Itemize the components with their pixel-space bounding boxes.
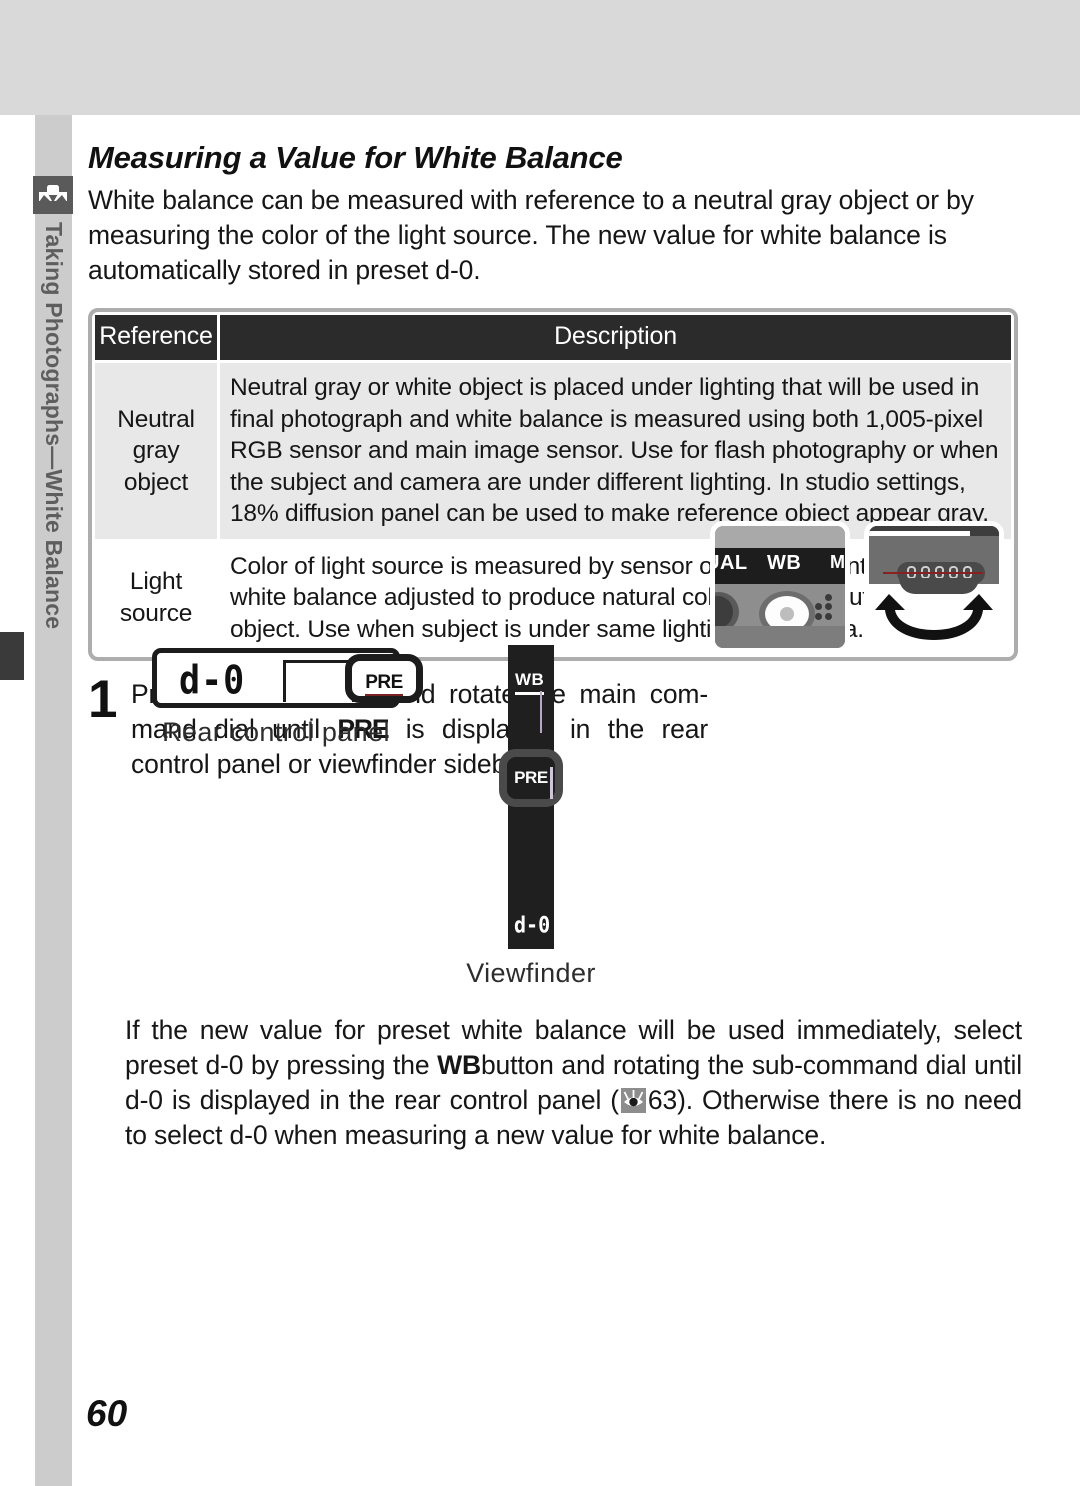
table-header-row: Reference Description — [95, 315, 1011, 360]
camera-speaker-dots — [815, 594, 837, 624]
page-title: Measuring a Value for White Balance — [88, 140, 623, 175]
rear-panel-pre-label: PRE — [365, 673, 403, 696]
table-header-reference: Reference — [95, 315, 217, 360]
viewfinder-tick — [540, 691, 542, 733]
sidebar-chapter-label: Taking Photographs—White Balance — [41, 222, 67, 630]
viewfinder-illustration: WB PRE d-0 Viewfinder — [466, 645, 596, 989]
tail-paragraph: If the new value for preset white balanc… — [125, 1013, 1022, 1153]
viewfinder-caption: Viewfinder — [466, 958, 596, 988]
command-dial-photo — [864, 521, 1004, 653]
dial-label-mi: MI — [830, 552, 850, 572]
rear-panel-value: d-0 — [179, 658, 246, 704]
viewfinder-pre-highlight: PRE — [499, 749, 563, 807]
table-cell-reference: Neutral gray object — [95, 363, 217, 539]
intro-paragraph: White balance can be measured with refer… — [88, 185, 974, 285]
table-header-description: Description — [220, 315, 1011, 360]
rear-panel-caption: Rear control panel — [162, 717, 390, 747]
viewfinder-pre-label: PRE — [514, 768, 548, 787]
rear-control-panel-illustration: d-0 PRE Rear control panel — [152, 648, 423, 748]
dial-label-qual: UAL — [715, 552, 748, 574]
chapter-tab-marker — [0, 632, 24, 680]
slr-camera-icon — [33, 176, 73, 214]
viewfinder-sidebar-strip: WB PRE d-0 — [499, 645, 563, 949]
rotate-arrow-icon — [875, 594, 993, 640]
page-top-band — [0, 0, 1080, 115]
tail-ref-page: 63 — [647, 1085, 678, 1115]
table-cell-description: Neutral gray or white object is placed u… — [220, 363, 1011, 539]
reference-eye-icon — [620, 1088, 646, 1113]
page-number: 60 — [86, 1393, 128, 1434]
step-number: 1 — [88, 670, 118, 729]
wb-button-label: WB — [437, 1050, 481, 1080]
wb-button-photo: UAL WB MI — [710, 521, 850, 653]
rear-panel-pre-highlight: PRE — [345, 654, 423, 703]
table-row: Neutral gray object Neutral gray or whit… — [95, 363, 1011, 539]
camera-illustration-row: UAL WB MI — [710, 521, 1004, 653]
table-cell-reference: Light source — [95, 541, 217, 654]
dial-label-wb: WB — [767, 552, 802, 574]
viewfinder-value: d-0 — [514, 911, 551, 939]
